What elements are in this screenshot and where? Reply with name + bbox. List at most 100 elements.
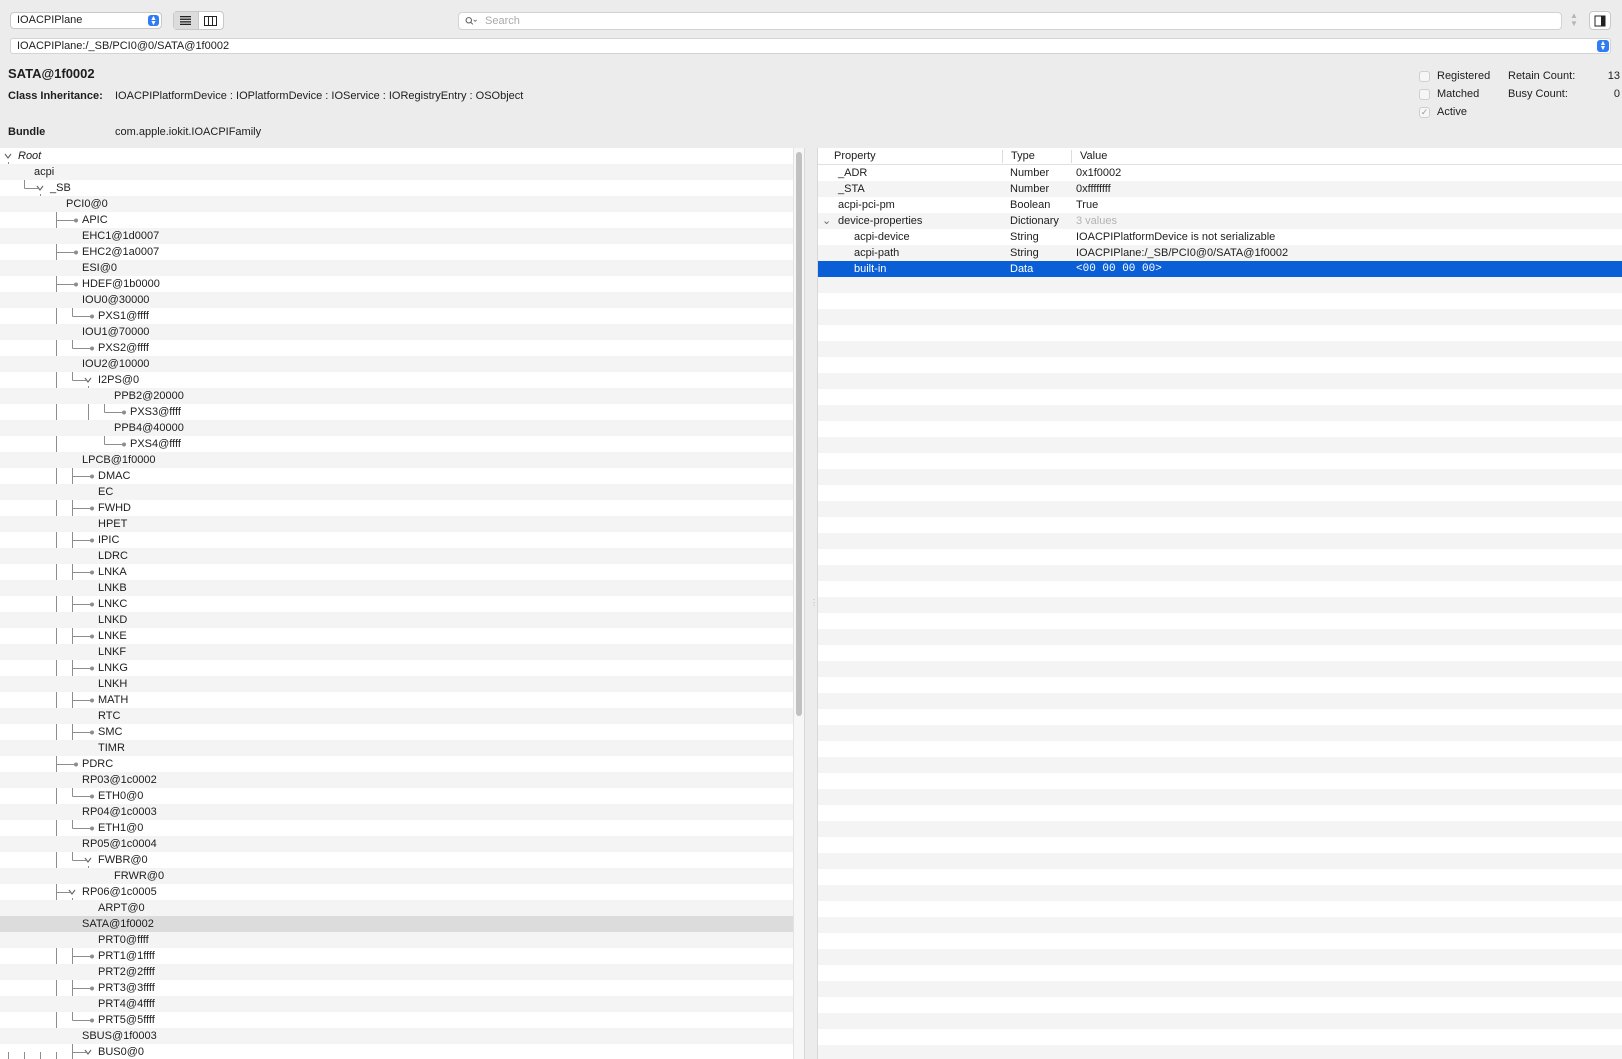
tree-node-label: Root: [18, 150, 42, 162]
plane-select[interactable]: IOACPIPlane ▲ ▼: [10, 12, 162, 29]
property-row[interactable]: _STA Number 0xffffffff: [818, 181, 1622, 197]
tree-row[interactable]: PRT4@4ffff: [0, 996, 793, 1012]
tree-row[interactable]: PDRC: [0, 756, 793, 772]
search-field[interactable]: Search: [458, 12, 1562, 30]
tree-row[interactable]: BUS0@0: [0, 1044, 793, 1059]
tree-row[interactable]: PXS4@ffff: [0, 436, 793, 452]
property-row[interactable]: built-in Data <00 00 00 00>: [818, 261, 1622, 277]
column-divider[interactable]: [1002, 150, 1003, 163]
tree-row[interactable]: _SB: [0, 180, 793, 196]
tree-row[interactable]: PRT2@2ffff: [0, 964, 793, 980]
disclosure-chevron-icon[interactable]: ⌄: [822, 214, 831, 227]
empty-row: [818, 709, 1622, 725]
tree-row[interactable]: FWBR@0: [0, 852, 793, 868]
tree-row[interactable]: PRT3@3ffff: [0, 980, 793, 996]
empty-row: [818, 965, 1622, 981]
property-row[interactable]: ⌄ device-properties Dictionary 3 values: [818, 213, 1622, 229]
tree-row[interactable]: LNKB: [0, 580, 793, 596]
tree-row[interactable]: ETH1@0: [0, 820, 793, 836]
path-value: IOACPIPlane:/_SB/PCI0@0/SATA@1f0002: [17, 40, 230, 52]
tree-row[interactable]: SBUS@1f0003: [0, 1028, 793, 1044]
empty-row: [818, 773, 1622, 789]
tree-row[interactable]: ETH0@0: [0, 788, 793, 804]
tree-row[interactable]: IOU2@10000: [0, 356, 793, 372]
tree-row[interactable]: PXS2@ffff: [0, 340, 793, 356]
property-row[interactable]: acpi-device String IOACPIPlatformDevice is…: [818, 229, 1622, 245]
splitter-grip-icon: ⋮: [810, 598, 818, 607]
tree-row[interactable]: LNKG: [0, 660, 793, 676]
column-header-type[interactable]: Type: [1011, 150, 1035, 162]
tree-row[interactable]: HPET: [0, 516, 793, 532]
property-row[interactable]: _ADR Number 0x1f0002: [818, 165, 1622, 181]
tree-row[interactable]: PRT0@ffff: [0, 932, 793, 948]
tree-row[interactable]: FWHD: [0, 500, 793, 516]
tree-scroll-thumb[interactable]: [796, 152, 802, 716]
empty-row: [818, 853, 1622, 869]
tree-row[interactable]: LNKH: [0, 676, 793, 692]
tree-row[interactable]: SATA@1f0002: [0, 916, 793, 932]
path-bar[interactable]: IOACPIPlane:/_SB/PCI0@0/SATA@1f0002 ▲ ▼: [10, 38, 1611, 54]
tree-node-label: EHC1@1d0007: [82, 230, 160, 242]
tree-row[interactable]: LNKD: [0, 612, 793, 628]
tree-row[interactable]: PXS3@ffff: [0, 404, 793, 420]
tree-row[interactable]: RP05@1c0004: [0, 836, 793, 852]
tree-row[interactable]: TIMR: [0, 740, 793, 756]
tree-row[interactable]: RP06@1c0005: [0, 884, 793, 900]
tree-row[interactable]: FRWR@0: [0, 868, 793, 884]
tree-row[interactable]: PPB2@20000: [0, 388, 793, 404]
search-stepper[interactable]: ▲ ▼: [1569, 12, 1579, 30]
select-arrows-icon: ▲ ▼: [148, 15, 159, 27]
tree-row[interactable]: APIC: [0, 212, 793, 228]
tree-row[interactable]: IOU0@30000: [0, 292, 793, 308]
tree-row[interactable]: SMC: [0, 724, 793, 740]
tree-row[interactable]: LPCB@1f0000: [0, 452, 793, 468]
tree-row[interactable]: RP04@1c0003: [0, 804, 793, 820]
tree-row[interactable]: LNKF: [0, 644, 793, 660]
pane-splitter[interactable]: ⋮: [804, 148, 818, 1059]
tree-row[interactable]: EHC1@1d0007: [0, 228, 793, 244]
tree-row[interactable]: LNKE: [0, 628, 793, 644]
property-row[interactable]: acpi-pci-pm Boolean True: [818, 197, 1622, 213]
tree-row[interactable]: MATH: [0, 692, 793, 708]
registry-tree: Root acpi _SB PCI0@0 APIC EHC1@1d0007 EHC2@1a0…: [0, 148, 793, 1059]
tree-row[interactable]: acpi: [0, 164, 793, 180]
tree-row[interactable]: IPIC: [0, 532, 793, 548]
tree-row[interactable]: EC: [0, 484, 793, 500]
tree-node-label: LNKE: [98, 630, 127, 642]
empty-row: [818, 485, 1622, 501]
inspector-toggle-button[interactable]: [1589, 11, 1611, 30]
tree-row[interactable]: LNKC: [0, 596, 793, 612]
tree-row[interactable]: IOU1@70000: [0, 324, 793, 340]
tree-node-label: IPIC: [98, 534, 120, 546]
tree-row[interactable]: HDEF@1b0000: [0, 276, 793, 292]
tree-row[interactable]: DMAC: [0, 468, 793, 484]
column-header-value[interactable]: Value: [1080, 150, 1107, 162]
tree-row[interactable]: LDRC: [0, 548, 793, 564]
tree-scrollbar[interactable]: [793, 148, 804, 1059]
count-label: Busy Count:: [1508, 88, 1568, 100]
tree-row[interactable]: LNKA: [0, 564, 793, 580]
tree-row[interactable]: ARPT@0: [0, 900, 793, 916]
tree-node-label: RP06@1c0005: [82, 886, 157, 898]
tree-row[interactable]: I2PS@0: [0, 372, 793, 388]
tree-row[interactable]: ESI@0: [0, 260, 793, 276]
view-mode-toggle: [173, 11, 224, 30]
tree-row[interactable]: PXS1@ffff: [0, 308, 793, 324]
tree-row[interactable]: RTC: [0, 708, 793, 724]
tree-row[interactable]: PRT1@1ffff: [0, 948, 793, 964]
count-label: Retain Count:: [1508, 70, 1576, 82]
list-view-button[interactable]: [174, 12, 199, 29]
count-row: Busy Count: 0: [1508, 88, 1620, 100]
tree-row[interactable]: PRT5@5ffff: [0, 1012, 793, 1028]
tree-row[interactable]: PCI0@0: [0, 196, 793, 212]
property-row[interactable]: acpi-path String IOACPIPlane:/_SB/PCI0@0/S…: [818, 245, 1622, 261]
column-header-property[interactable]: Property: [834, 150, 876, 162]
empty-row: [818, 421, 1622, 437]
column-view-button[interactable]: [199, 12, 223, 29]
column-divider[interactable]: [1071, 150, 1072, 163]
tree-row[interactable]: PPB4@40000: [0, 420, 793, 436]
tree-row[interactable]: RP03@1c0002: [0, 772, 793, 788]
flag-matched: Matched: [1419, 88, 1479, 100]
tree-row[interactable]: Root: [0, 148, 793, 164]
tree-row[interactable]: EHC2@1a0007: [0, 244, 793, 260]
